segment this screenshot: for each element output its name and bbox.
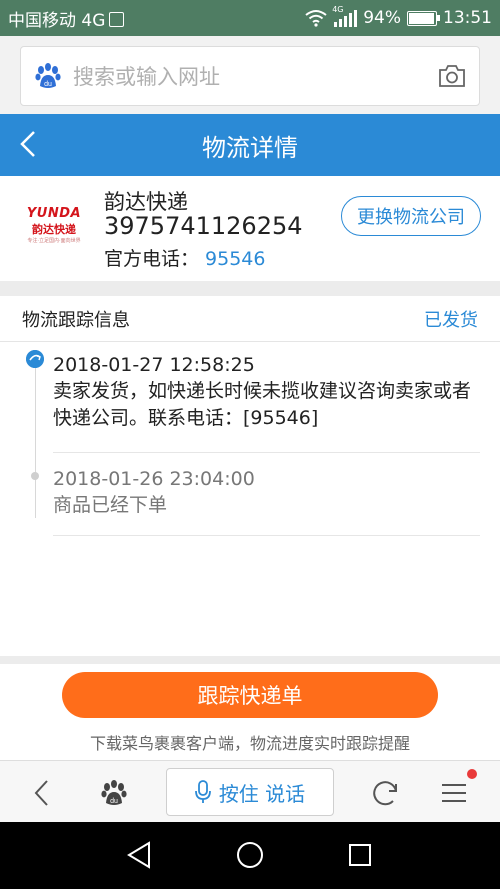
refresh-icon[interactable] xyxy=(366,773,406,813)
phone-number[interactable]: 95546 xyxy=(205,248,265,270)
action-area: 跟踪快递单 下载菜鸟裹裹客户端，物流进度实时跟踪提醒 xyxy=(0,664,500,760)
notification-dot xyxy=(467,769,477,779)
sim-icon xyxy=(109,11,125,27)
browser-toolbar: du 按住 说话 xyxy=(0,760,500,822)
carrier-phone: 官方电话： 95546 xyxy=(104,244,265,271)
logo-en: YUNDA xyxy=(26,206,82,221)
voice-label: 按住 说话 xyxy=(218,781,306,806)
timeline-line xyxy=(35,358,36,518)
back-triangle-icon[interactable] xyxy=(123,838,157,872)
track-package-button[interactable]: 跟踪快递单 xyxy=(62,672,438,718)
baidu-paw-icon[interactable]: du xyxy=(94,773,134,813)
android-nav-bar xyxy=(0,822,500,889)
download-hint[interactable]: 下载菜鸟裹裹客户端，物流进度实时跟踪提醒 xyxy=(0,730,500,754)
browser-address-area: du 搜索或输入网址 xyxy=(0,36,500,114)
entry-time: 2018-01-27 12:58:25 xyxy=(53,354,255,376)
tracking-number: 3975741126254 xyxy=(104,212,303,240)
search-placeholder: 搜索或输入网址 xyxy=(73,65,220,89)
divider xyxy=(53,535,480,536)
entry-time: 2018-01-26 23:04:00 xyxy=(53,468,255,490)
tracking-header: 物流跟踪信息 已发货 xyxy=(0,296,500,342)
divider xyxy=(53,452,480,453)
status-badge: 已发货 xyxy=(424,309,478,331)
status-right: 4G 94% 13:51 xyxy=(304,5,492,28)
phone-label: 官方电话： xyxy=(104,248,200,270)
logo-cn: 韵达快递 xyxy=(32,223,76,236)
page-title: 物流详情 xyxy=(202,133,298,162)
timeline-dot xyxy=(31,472,39,480)
tracking-entry: 2018-01-27 12:58:25 卖家发货，如快递长时候未揽收建议咨询卖家… xyxy=(53,354,483,432)
clock: 13:51 xyxy=(443,8,492,28)
carrier-card: YUNDA 韵达快递 专注·立足国内·面向世界 韵达快递 39757411262… xyxy=(0,176,500,281)
entry-desc: 商品已经下单 xyxy=(53,494,168,516)
entry-desc: 卖家发货，如快递长时候未揽收建议咨询卖家或者快递公司。联系电话：[95546] xyxy=(53,380,472,429)
wifi-icon xyxy=(305,10,327,27)
yunda-logo: YUNDA 韵达快递 专注·立足国内·面向世界 xyxy=(22,206,86,244)
microphone-icon xyxy=(194,780,211,803)
svg-text:du: du xyxy=(110,798,118,805)
tracking-entry: 2018-01-26 23:04:00 商品已经下单 xyxy=(53,468,483,519)
tracking-title: 物流跟踪信息 xyxy=(22,309,130,331)
signal-icon: 4G xyxy=(332,5,358,27)
tracking-card: 物流跟踪信息 已发货 2018-01-27 12:58:25 卖家发货，如快递长… xyxy=(0,296,500,656)
battery-icon xyxy=(407,10,440,26)
battery-percent: 94% xyxy=(363,8,401,28)
carrier-label: 中国移动 4G xyxy=(8,10,106,31)
change-carrier-button[interactable]: 更换物流公司 xyxy=(341,196,481,236)
camera-icon[interactable] xyxy=(437,63,467,89)
recents-square-icon[interactable] xyxy=(343,838,377,872)
truck-status-icon xyxy=(26,350,44,368)
search-input[interactable]: du 搜索或输入网址 xyxy=(20,46,480,106)
svg-text:du: du xyxy=(44,81,52,88)
status-left: 中国移动 4G xyxy=(8,6,125,31)
page-header: 物流详情 xyxy=(0,114,500,176)
baidu-paw-icon[interactable]: du xyxy=(33,61,63,91)
home-circle-icon[interactable] xyxy=(233,838,267,872)
logo-slogan: 专注·立足国内·面向世界 xyxy=(27,238,81,244)
chevron-left-icon[interactable] xyxy=(10,124,50,164)
network-tag: 4G xyxy=(332,5,344,14)
back-icon[interactable] xyxy=(22,773,62,813)
status-bar: 中国移动 4G 4G 94% 13:51 xyxy=(0,0,500,36)
voice-input-button[interactable]: 按住 说话 xyxy=(166,768,334,816)
menu-icon[interactable] xyxy=(434,773,474,813)
